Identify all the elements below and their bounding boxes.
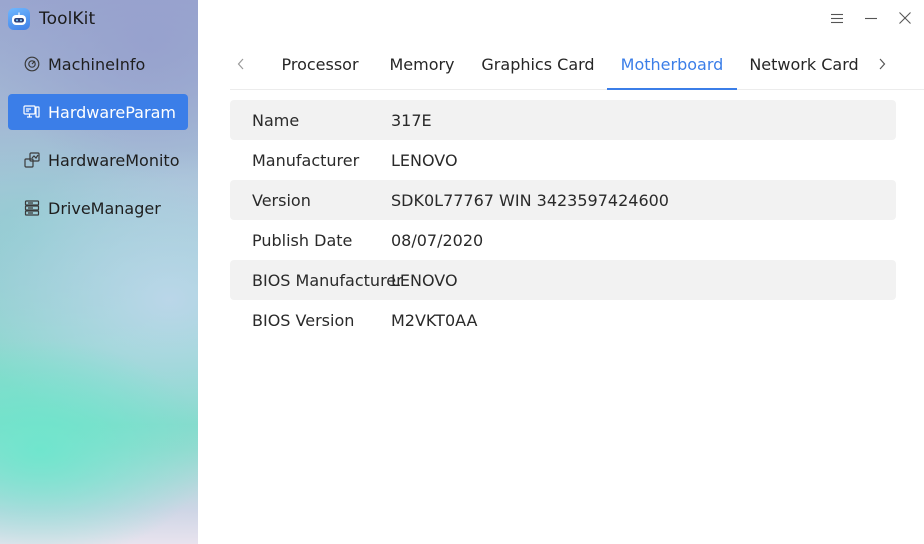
property-label: BIOS Version: [252, 310, 355, 330]
sidebar-item-label: MachineInfo: [48, 54, 146, 74]
sidebar-item-label: HardwareParam: [48, 102, 176, 122]
property-value: SDK0L77767 WIN 3423597424600: [391, 190, 669, 210]
gauge-icon: [23, 56, 40, 73]
tab-motherboard[interactable]: Motherboard: [607, 46, 737, 90]
property-label: Version: [252, 190, 311, 210]
brand: ToolKit: [8, 6, 95, 32]
sidebar-item-label: HardwareMonito: [48, 150, 180, 170]
property-value: 08/07/2020: [391, 230, 484, 250]
drive-stack-icon: [23, 200, 40, 217]
menu-button[interactable]: [822, 8, 852, 28]
tab-scroll-right-button[interactable]: [872, 52, 892, 76]
sidebar-item-hardwareparam[interactable]: HardwareParam: [8, 94, 188, 130]
property-row: Publish Date 08/07/2020: [230, 220, 896, 260]
menu-icon: [831, 9, 843, 28]
app-title: ToolKit: [39, 9, 96, 29]
window-controls: [822, 8, 920, 28]
tab-network-card[interactable]: Network Card: [744, 46, 864, 90]
property-label: Publish Date: [252, 230, 353, 250]
minimize-button[interactable]: [856, 8, 886, 28]
chevron-left-icon: [237, 55, 245, 74]
hardware-monitor-icon: [23, 152, 40, 169]
property-label: BIOS Manufacturer: [252, 270, 403, 290]
app-window: ToolKit MachineInfo HardwareParam Hardwa…: [0, 0, 924, 544]
tab-graphics-card[interactable]: Graphics Card: [473, 46, 603, 90]
property-row: Name 317E: [230, 100, 896, 140]
tab-scroll-left-button[interactable]: [231, 52, 251, 76]
tab-processor[interactable]: Processor: [271, 46, 369, 90]
property-row: Manufacturer LENOVO: [230, 140, 896, 180]
sidebar-item-hardwaremonitor[interactable]: HardwareMonito: [8, 142, 188, 178]
monitor-param-icon: [23, 104, 40, 121]
close-button[interactable]: [890, 8, 920, 28]
property-value: M2VKT0AA: [391, 310, 478, 330]
chevron-right-icon: [878, 55, 886, 74]
sidebar-item-drivemanager[interactable]: DriveManager: [8, 190, 188, 226]
property-label: Name: [252, 110, 300, 130]
property-value: LENOVO: [391, 270, 458, 290]
property-row: BIOS Version M2VKT0AA: [230, 300, 896, 340]
property-row: BIOS Manufacturer LENOVO: [230, 260, 896, 300]
robot-logo-icon: [8, 8, 30, 30]
property-row: Version SDK0L77767 WIN 3423597424600: [230, 180, 896, 220]
property-value: 317E: [391, 110, 432, 130]
main-panel: Processor Memory Graphics Card Motherboa…: [198, 0, 924, 544]
close-icon: [899, 9, 911, 28]
minimize-icon: [865, 9, 877, 28]
sidebar-item-label: DriveManager: [48, 198, 161, 218]
tab-memory[interactable]: Memory: [377, 46, 467, 90]
property-label: Manufacturer: [252, 150, 360, 170]
property-value: LENOVO: [391, 150, 458, 170]
sidebar: ToolKit MachineInfo HardwareParam Hardwa…: [0, 0, 198, 544]
sidebar-item-machineinfo[interactable]: MachineInfo: [8, 46, 188, 82]
tab-bar: Processor Memory Graphics Card Motherboa…: [230, 46, 924, 90]
property-table: Name 317E Manufacturer LENOVO Version SD…: [230, 100, 896, 340]
